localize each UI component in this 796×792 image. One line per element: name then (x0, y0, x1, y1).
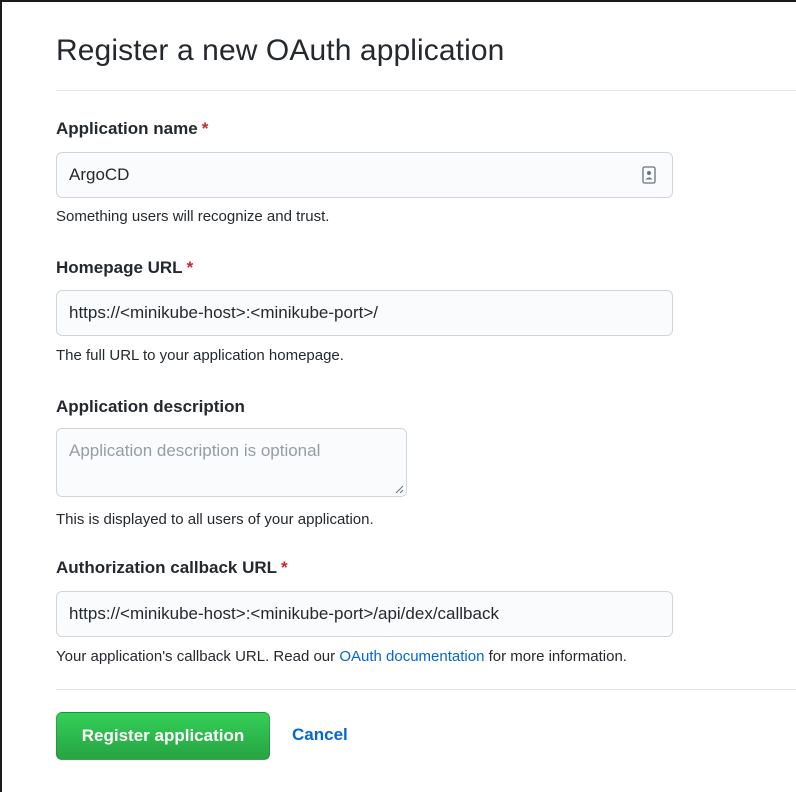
app-name-input[interactable]: ArgoCD (56, 152, 673, 198)
homepage-url-hint: The full URL to your application homepag… (56, 347, 344, 364)
callback-hint-before: Your application's callback URL. Read ou… (56, 648, 340, 665)
resize-handle-icon[interactable] (394, 484, 404, 494)
homepage-url-label: Homepage URL * (56, 258, 193, 278)
app-name-label: Application name * (56, 119, 208, 139)
homepage-url-value: https://<minikube-host>:<minikube-port>/ (69, 303, 378, 322)
app-name-value: ArgoCD (69, 165, 130, 184)
description-hint: This is displayed to all users of your a… (56, 511, 374, 528)
callback-url-hint: Your application's callback URL. Read ou… (56, 648, 627, 665)
callback-url-label: Authorization callback URL * (56, 558, 288, 578)
page-title: Register a new OAuth application (56, 34, 505, 67)
contact-card-icon[interactable] (642, 166, 656, 184)
register-application-button[interactable]: Register application (56, 712, 270, 760)
required-mark: * (201, 119, 209, 138)
oauth-app-form-page: Register a new OAuth application Applica… (0, 0, 796, 792)
description-label-text: Application description (56, 397, 245, 416)
required-mark: * (186, 258, 194, 277)
description-placeholder: Application description is optional (69, 441, 321, 460)
callback-hint-after: for more information. (484, 648, 627, 665)
description-label: Application description (56, 397, 245, 417)
cancel-link[interactable]: Cancel (292, 725, 348, 745)
callback-url-label-text: Authorization callback URL (56, 558, 278, 577)
oauth-documentation-link[interactable]: OAuth documentation (339, 648, 484, 665)
required-mark: * (281, 558, 288, 577)
callback-url-input[interactable]: https://<minikube-host>:<minikube-port>/… (56, 591, 673, 637)
homepage-url-input[interactable]: https://<minikube-host>:<minikube-port>/ (56, 290, 673, 336)
title-divider (56, 90, 796, 91)
description-textarea[interactable]: Application description is optional (56, 428, 407, 497)
callback-url-value: https://<minikube-host>:<minikube-port>/… (69, 604, 499, 623)
actions-divider (56, 689, 796, 690)
app-name-label-text: Application name (56, 119, 198, 138)
homepage-url-label-text: Homepage URL (56, 258, 183, 277)
app-name-hint: Something users will recognize and trust… (56, 208, 330, 225)
